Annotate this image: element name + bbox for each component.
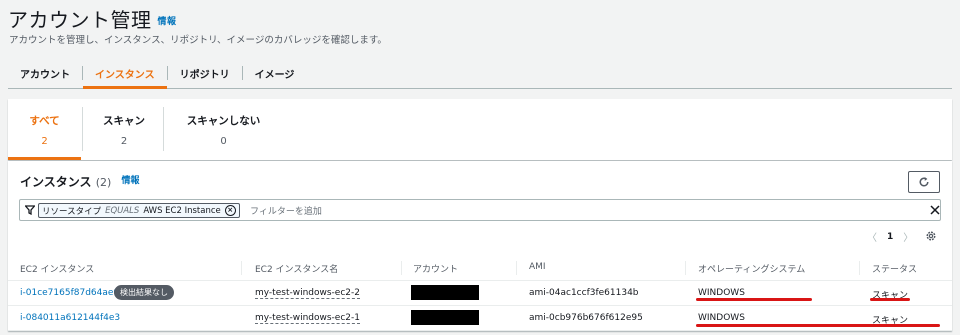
column-header-ami[interactable]: AMI (529, 262, 546, 272)
column-header-name[interactable]: EC2 インスタンス名 (255, 262, 338, 275)
table-count: (2) (95, 176, 112, 189)
page-title: アカウント管理 情報 (8, 4, 177, 33)
ami-id: ami-0cb976b676f612e95 (529, 313, 643, 323)
column-header-account[interactable]: アカウント (413, 262, 458, 275)
page-description: アカウントを管理し、インスタンス、リポジトリ、イメージのカバレッジを確認します。 (9, 35, 387, 46)
table-row: i-084011a612144f4e3 my-test-windows-ec2-… (8, 306, 952, 331)
filter-operator: EQUALS (105, 205, 140, 216)
column-divider (401, 261, 402, 275)
filter-key: リソースタイプ (42, 206, 102, 217)
summary-all[interactable]: すべて 2 (8, 99, 81, 160)
instances-table-panel: インスタンス (2) 情報 リソースタイプ EQUALS AWS EC2 Ins… (8, 161, 952, 331)
status-badge: 検出結果なし (114, 285, 174, 300)
pagination: 〈 1 〉 (867, 229, 913, 245)
column-header-os[interactable]: オペレーティングシステム (698, 262, 805, 275)
property-filter[interactable]: リソースタイプ EQUALS AWS EC2 Instance × フィルターを… (19, 199, 941, 221)
refresh-icon (919, 177, 929, 187)
filter-token[interactable]: リソースタイプ EQUALS AWS EC2 Instance × (38, 203, 240, 218)
summary-not-scanned-label: スキャンしない (186, 115, 261, 127)
column-divider (516, 261, 517, 275)
account-redacted (411, 310, 479, 325)
instance-id-link[interactable]: i-01ce7165f87d64ae0 (20, 288, 119, 298)
column-divider (685, 261, 686, 275)
tab-images[interactable]: イメージ (243, 58, 307, 88)
tab-instances[interactable]: インスタンス (83, 58, 167, 89)
table-row: i-01ce7165f87d64ae0 検出結果なし my-test-windo… (8, 281, 952, 306)
annotation-underline (870, 298, 910, 301)
remove-filter-icon[interactable]: × (224, 205, 236, 216)
column-header-instance[interactable]: EC2 インスタンス (20, 262, 94, 275)
account-redacted (411, 285, 479, 300)
annotation-underline (696, 324, 940, 327)
info-link[interactable]: 情報 (158, 17, 177, 27)
page-title-text: アカウント管理 (8, 8, 152, 32)
table-title-text: インスタンス (20, 175, 92, 189)
column-header-status[interactable]: ステータス (872, 262, 917, 275)
filter-input[interactable]: フィルターを追加 (250, 204, 322, 217)
tab-accounts[interactable]: アカウント (8, 58, 82, 88)
table-info-link[interactable]: 情報 (122, 176, 140, 186)
instance-name[interactable]: my-test-windows-ec2-2 (255, 288, 360, 299)
summary-divider (82, 107, 83, 151)
summary-not-scanned[interactable]: スキャンしない 0 (168, 99, 279, 160)
table-title: インスタンス (2) 情報 (20, 173, 140, 190)
next-page-icon[interactable]: 〉 (903, 229, 913, 244)
summary-all-count: 2 (41, 136, 48, 147)
summary-all-label: すべて (29, 115, 60, 127)
summary-not-scanned-count: 0 (220, 136, 227, 147)
refresh-button[interactable] (908, 171, 940, 193)
summary-scanned-label: スキャン (103, 115, 145, 127)
summary-panel: すべて 2 スキャン 2 スキャンしない 0 (8, 99, 952, 160)
instance-name[interactable]: my-test-windows-ec2-1 (255, 313, 360, 324)
filter-icon (25, 205, 35, 215)
column-divider (241, 261, 242, 275)
settings-gear-icon[interactable] (925, 230, 937, 242)
operating-system: WINDOWS (698, 313, 745, 323)
ami-id: ami-04ac1ccf3fe61134b (529, 288, 639, 298)
annotation-underline (696, 298, 812, 301)
summary-scanned[interactable]: スキャン 2 (86, 99, 162, 160)
filter-value: AWS EC2 Instance (143, 205, 221, 216)
summary-divider (163, 107, 164, 151)
tab-bar: アカウント インスタンス リポジトリ イメージ (8, 58, 952, 89)
page-number[interactable]: 1 (887, 232, 893, 242)
table-header-row: EC2 インスタンス EC2 インスタンス名 アカウント AMI オペレーティン… (8, 255, 952, 281)
summary-scanned-count: 2 (120, 136, 128, 147)
clear-filter-icon[interactable] (930, 205, 940, 215)
column-divider (859, 261, 860, 275)
operating-system: WINDOWS (698, 288, 745, 298)
prev-page-icon[interactable]: 〈 (867, 229, 877, 244)
instance-id-link[interactable]: i-084011a612144f4e3 (20, 313, 120, 323)
tab-repositories[interactable]: リポジトリ (168, 58, 242, 88)
